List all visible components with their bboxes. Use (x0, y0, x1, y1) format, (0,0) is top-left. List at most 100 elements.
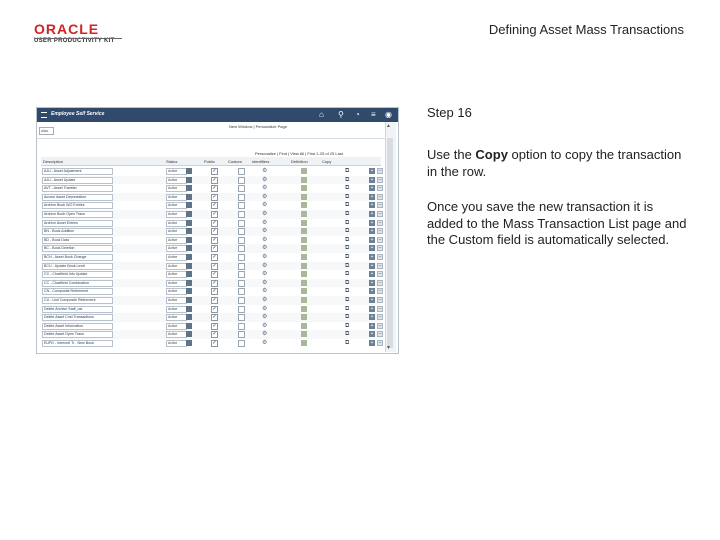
minus-icon[interactable]: – (377, 279, 383, 286)
copy-icon[interactable]: ⧉ (345, 339, 349, 347)
status-select[interactable]: Active (166, 271, 187, 279)
minus-icon[interactable]: – (377, 185, 383, 192)
minus-icon[interactable]: – (377, 340, 383, 346)
gear-icon[interactable]: ⚙ (262, 305, 267, 313)
minus-icon[interactable]: – (377, 236, 383, 243)
custom-checkbox[interactable] (238, 168, 245, 175)
public-checkbox[interactable]: ✓ (211, 305, 218, 313)
custom-checkbox[interactable] (238, 211, 245, 218)
public-checkbox[interactable]: ✓ (211, 211, 218, 218)
custom-checkbox[interactable] (238, 340, 245, 347)
plus-icon[interactable]: + (369, 236, 375, 243)
plus-icon[interactable]: + (369, 254, 375, 260)
description-field[interactable]: AVT - Asset Transfer (42, 185, 113, 193)
description-field[interactable]: Archive Book WO Entries (42, 202, 113, 210)
plus-icon[interactable]: + (369, 271, 375, 278)
copy-icon[interactable]: ⧉ (345, 322, 349, 330)
document-icon[interactable] (301, 314, 307, 321)
status-select[interactable]: Active (166, 279, 187, 287)
minus-icon[interactable]: – (377, 305, 383, 312)
gear-icon[interactable]: ⚙ (262, 330, 267, 338)
plus-icon[interactable]: + (369, 193, 375, 200)
public-checkbox[interactable]: ✓ (211, 219, 218, 227)
gear-icon[interactable]: ⚙ (262, 296, 267, 304)
description-field[interactable]: BD - Book Data (42, 236, 113, 244)
document-icon[interactable] (301, 168, 307, 174)
chevron-down-icon[interactable] (186, 168, 192, 174)
chevron-down-icon[interactable] (186, 219, 192, 226)
minus-icon[interactable]: – (377, 322, 383, 329)
status-select[interactable]: Active (166, 236, 187, 244)
plus-icon[interactable]: + (369, 211, 375, 217)
chevron-down-icon[interactable] (186, 314, 192, 321)
custom-checkbox[interactable] (238, 176, 245, 184)
scroll-up-icon[interactable]: ▲ (386, 123, 391, 129)
public-checkbox[interactable]: ✓ (211, 331, 218, 339)
status-select[interactable]: Active (166, 202, 187, 210)
minus-icon[interactable]: – (377, 262, 383, 269)
plus-icon[interactable]: + (369, 288, 375, 295)
status-select[interactable]: Active (166, 322, 187, 330)
custom-checkbox[interactable] (238, 331, 245, 339)
status-select[interactable]: Active (166, 245, 187, 253)
copy-icon[interactable]: ⧉ (345, 270, 349, 278)
search-icon[interactable]: ⚲ (338, 110, 344, 120)
status-select[interactable]: Active (166, 211, 187, 218)
copy-icon[interactable]: ⧉ (345, 253, 349, 261)
status-select[interactable]: Active (166, 314, 187, 322)
minus-icon[interactable]: – (377, 314, 383, 321)
chevron-down-icon[interactable] (186, 271, 192, 278)
minus-icon[interactable]: – (377, 193, 383, 200)
document-icon[interactable] (301, 245, 307, 252)
chevron-down-icon[interactable] (186, 288, 192, 295)
document-icon[interactable] (301, 219, 307, 226)
bell-icon[interactable]: ◔ (355, 110, 360, 120)
description-field[interactable]: Archive Asset Entries (42, 219, 113, 227)
minus-icon[interactable]: – (377, 297, 383, 303)
description-field[interactable]: CC - Chartfield Info Update (42, 271, 113, 279)
minus-icon[interactable]: – (377, 331, 383, 338)
public-checkbox[interactable]: ✓ (211, 297, 218, 304)
public-checkbox[interactable]: ✓ (211, 193, 218, 201)
scrollbar-thumb[interactable] (387, 138, 393, 348)
document-icon[interactable] (301, 228, 307, 235)
copy-icon[interactable]: ⧉ (345, 167, 349, 175)
status-select[interactable]: Active (166, 297, 187, 304)
document-icon[interactable] (301, 340, 307, 346)
custom-checkbox[interactable] (238, 279, 245, 287)
chevron-down-icon[interactable] (186, 228, 192, 235)
copy-icon[interactable]: ⧉ (345, 262, 349, 270)
gear-icon[interactable]: ⚙ (262, 167, 267, 175)
search-input[interactable]: alias (39, 127, 54, 135)
gear-icon[interactable]: ⚙ (262, 219, 267, 227)
copy-icon[interactable]: ⧉ (345, 210, 349, 218)
plus-icon[interactable]: + (369, 340, 375, 346)
description-field[interactable]: BC - Book Deletion (42, 245, 113, 253)
column-header-copy[interactable]: Copy (322, 159, 331, 164)
custom-checkbox[interactable] (238, 322, 245, 330)
hamburger-icon[interactable] (41, 112, 47, 118)
public-checkbox[interactable]: ✓ (211, 279, 218, 287)
chevron-down-icon[interactable] (186, 331, 192, 338)
document-icon[interactable] (301, 211, 307, 217)
document-icon[interactable] (301, 331, 307, 338)
public-checkbox[interactable]: ✓ (211, 322, 218, 330)
document-icon[interactable] (301, 297, 307, 303)
plus-icon[interactable]: + (369, 331, 375, 338)
public-checkbox[interactable]: ✓ (211, 185, 218, 193)
gear-icon[interactable]: ⚙ (262, 176, 267, 184)
minus-icon[interactable]: – (377, 202, 383, 209)
plus-icon[interactable]: + (369, 219, 375, 226)
custom-checkbox[interactable] (238, 185, 245, 193)
gear-icon[interactable]: ⚙ (262, 193, 267, 201)
document-icon[interactable] (301, 193, 307, 200)
custom-checkbox[interactable] (238, 236, 245, 244)
copy-icon[interactable]: ⧉ (345, 287, 349, 295)
custom-checkbox[interactable] (238, 202, 245, 210)
copy-icon[interactable]: ⧉ (345, 193, 349, 201)
document-icon[interactable] (301, 279, 307, 286)
copy-icon[interactable]: ⧉ (345, 176, 349, 184)
description-field[interactable]: Archive Book Open Trans (42, 211, 113, 218)
description-field[interactable]: Delete Asset Open Trans (42, 331, 113, 339)
minus-icon[interactable]: – (377, 254, 383, 260)
